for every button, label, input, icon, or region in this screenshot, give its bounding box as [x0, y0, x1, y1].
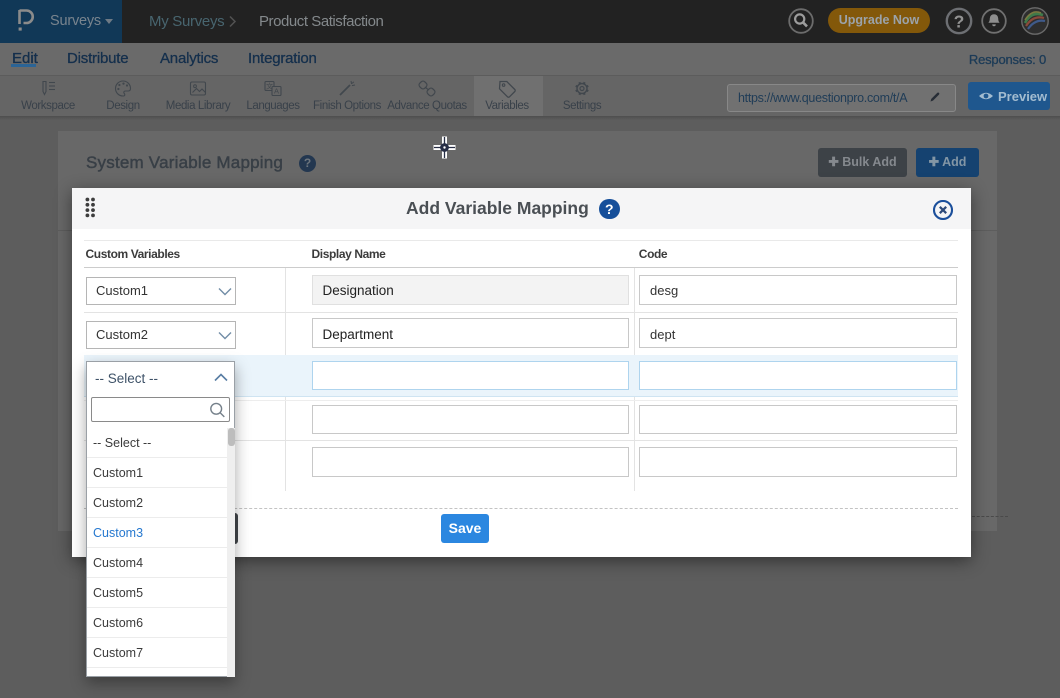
svg-text:?: ?	[954, 12, 965, 32]
svg-text:A: A	[274, 87, 279, 96]
